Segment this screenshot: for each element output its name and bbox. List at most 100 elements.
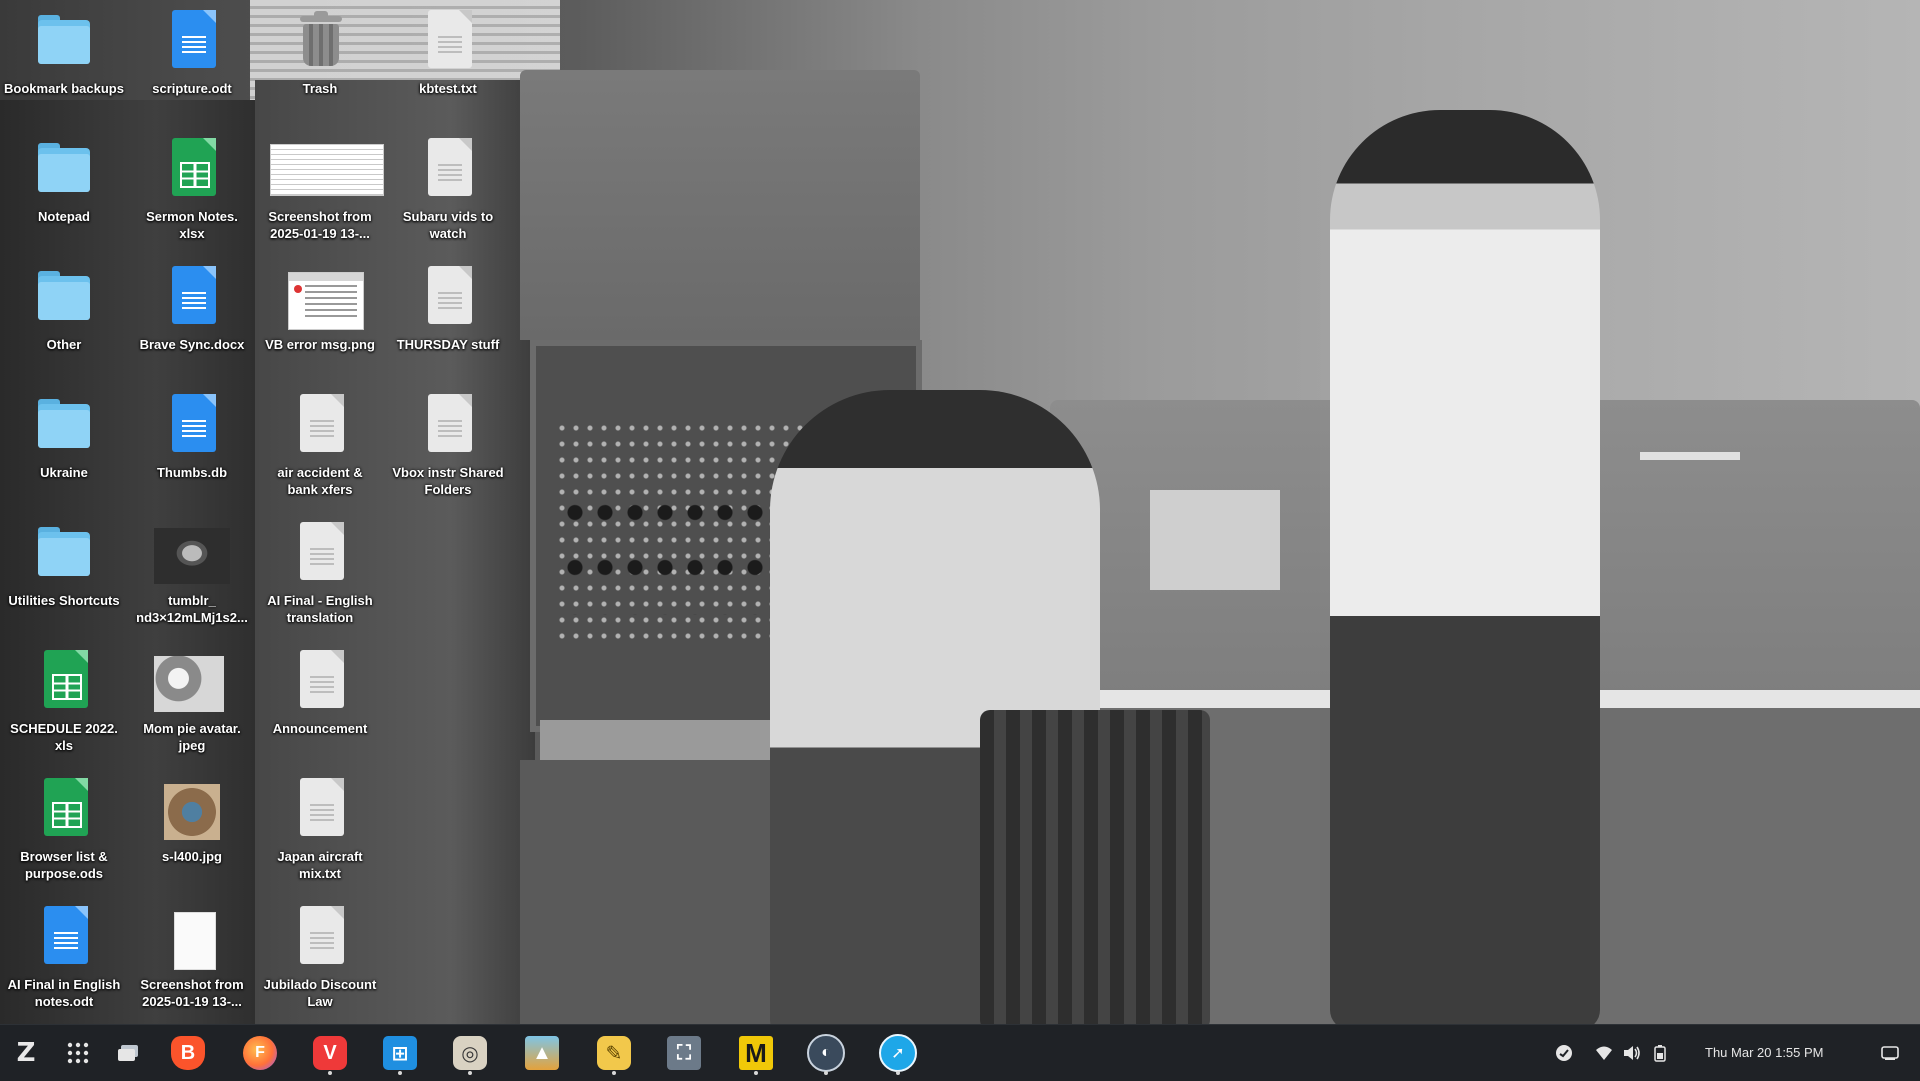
file-screenshot-2[interactable]: Screenshot from 2025-01-19 13-... (130, 898, 254, 1022)
icon-label: Ukraine (40, 465, 88, 480)
folder-ukraine[interactable]: Ukraine (2, 386, 126, 510)
icon-label: kbtest.txt (419, 81, 477, 96)
vivaldi-button[interactable]: V (308, 1031, 352, 1075)
file-ai-final-english-notes[interactable]: AI Final in English notes.odt (2, 898, 126, 1022)
folder-utilities-shortcuts[interactable]: Utilities Shortcuts (2, 514, 126, 638)
icon-label: Announcement (272, 721, 368, 736)
image-thumbnail (162, 906, 222, 970)
image-viewer-icon: ◎ (453, 1036, 487, 1070)
icon-label: Jubilado Discount Law (263, 977, 377, 1009)
folder-icon (34, 522, 94, 582)
workspaces-icon (118, 1045, 138, 1061)
firefox-button[interactable]: F (238, 1031, 282, 1075)
file-japan-aircraft-mix[interactable]: Japan aircraft mix.txt (258, 770, 382, 894)
file-schedule-2022[interactable]: SCHEDULE 2022. xls (2, 642, 126, 766)
icon-label: Mom pie avatar. jpeg (143, 721, 241, 753)
file-subaru-vids[interactable]: Subaru vids to watch (386, 130, 510, 254)
spreadsheet-icon (162, 138, 222, 198)
file-vbox-instr[interactable]: Vbox instr Shared Folders (386, 386, 510, 510)
volume-icon[interactable] (1622, 1043, 1642, 1063)
disk-usage-button[interactable]: ◐ (804, 1031, 848, 1075)
icon-label: SCHEDULE 2022. xls (10, 721, 118, 753)
text-file-icon (290, 778, 350, 838)
updates-tray-icon[interactable] (1554, 1043, 1574, 1063)
taskbar: Z B F V ⊞ ◎ ▲ ✎ ⛶ M ◐ ➚ Thu Mar 20 1:55 … (0, 1024, 1920, 1081)
mail-m-button[interactable]: M (734, 1031, 778, 1075)
document-icon (162, 394, 222, 454)
running-indicator (754, 1071, 758, 1075)
spreadsheet-icon (34, 778, 94, 838)
clock[interactable]: Thu Mar 20 1:55 PM (1705, 1025, 1824, 1081)
file-thumbs-db[interactable]: Thumbs.db (130, 386, 254, 510)
file-kbtest-txt[interactable]: kbtest.txt (386, 2, 510, 126)
file-scripture-odt[interactable]: scripture.odt (130, 2, 254, 126)
text-file-icon (290, 906, 350, 966)
text-file-icon (290, 394, 350, 454)
text-file-icon (290, 522, 350, 582)
file-tumblr-image[interactable]: tumblr_ nd3×12mLMj1s2... (130, 514, 254, 638)
text-file-icon (418, 394, 478, 454)
desktop-icon-area: Bookmark backups Notepad Other Ukraine U… (0, 0, 530, 1020)
software-store-button[interactable]: ⊞ (378, 1031, 422, 1075)
file-thursday-stuff[interactable]: THURSDAY stuff (386, 258, 510, 382)
icon-label: s-l400.jpg (162, 849, 222, 864)
running-indicator (824, 1071, 828, 1075)
file-jubilado-discount-law[interactable]: Jubilado Discount Law (258, 898, 382, 1022)
icon-label: AI Final in English notes.odt (7, 977, 121, 1009)
file-screenshot-1[interactable]: Screenshot from 2025-01-19 13-... (258, 130, 384, 254)
running-indicator (896, 1071, 900, 1075)
folder-icon (34, 10, 94, 70)
software-store-icon: ⊞ (383, 1036, 417, 1070)
wallpaper-ibm-badge (1640, 452, 1740, 460)
icon-label: Sermon Notes. xlsx (146, 209, 238, 241)
icon-label: Utilities Shortcuts (8, 593, 120, 608)
folder-bookmark-backups[interactable]: Bookmark backups (2, 2, 126, 126)
photos-button[interactable]: ▲ (520, 1031, 564, 1075)
text-file-icon (418, 266, 478, 326)
folder-other[interactable]: Other (2, 258, 126, 382)
icon-label: Vbox instr Shared Folders (392, 465, 504, 497)
text-file-icon (290, 650, 350, 710)
wallpaper-card-hopper (1150, 490, 1280, 590)
screenshot-button[interactable]: ⛶ (662, 1031, 706, 1075)
text-file-icon (418, 10, 478, 70)
folder-notepad[interactable]: Notepad (2, 130, 126, 254)
file-brave-sync[interactable]: Brave Sync.docx (130, 258, 254, 382)
image-viewer-button[interactable]: ◎ (448, 1031, 492, 1075)
app-grid-icon (67, 1042, 89, 1064)
wifi-icon[interactable] (1594, 1043, 1614, 1063)
battery-icon[interactable] (1650, 1043, 1670, 1063)
icon-label: scripture.odt (152, 81, 232, 96)
brave-browser-button[interactable]: B (166, 1031, 210, 1075)
folder-icon (34, 266, 94, 326)
file-sermon-notes[interactable]: Sermon Notes. xlsx (130, 130, 254, 254)
icon-label: Browser list & purpose.ods (20, 849, 108, 881)
photos-icon: ▲ (525, 1036, 559, 1070)
file-s-l400-jpg[interactable]: s-l400.jpg (130, 770, 254, 894)
text-editor-button[interactable]: ✎ (592, 1031, 636, 1075)
text-editor-icon: ✎ (597, 1036, 631, 1070)
icon-label: Brave Sync.docx (139, 337, 245, 352)
icon-label: Bookmark backups (4, 81, 124, 96)
wallpaper-standing-man (1330, 110, 1600, 1030)
file-air-accident[interactable]: air accident & bank xfers (258, 386, 382, 510)
trash[interactable]: Trash (258, 2, 382, 126)
file-vb-error-msg[interactable]: VB error msg.png (258, 258, 382, 382)
document-icon (162, 266, 222, 326)
file-mom-pie-avatar[interactable]: Mom pie avatar. jpeg (130, 642, 254, 766)
file-announcement[interactable]: Announcement (258, 642, 382, 766)
file-ai-final-english-translation[interactable]: AI Final - English translation (258, 514, 382, 638)
zorin-menu-button[interactable]: Z (4, 1031, 48, 1075)
firefox-icon: F (243, 1036, 277, 1070)
running-indicator (612, 1071, 616, 1075)
wallpaper-console-top (520, 70, 920, 340)
icon-label: VB error msg.png (265, 337, 375, 352)
workspaces-button[interactable] (106, 1031, 150, 1075)
app-grid-button[interactable] (56, 1031, 100, 1075)
icon-label: AI Final - English translation (267, 593, 373, 625)
file-browser-list[interactable]: Browser list & purpose.ods (2, 770, 126, 894)
browser-compass-button[interactable]: ➚ (876, 1031, 920, 1075)
icon-label: Screenshot from 2025-01-19 13-... (140, 977, 244, 1009)
notifications-icon[interactable] (1880, 1043, 1900, 1063)
icon-label: Japan aircraft mix.txt (277, 849, 363, 881)
